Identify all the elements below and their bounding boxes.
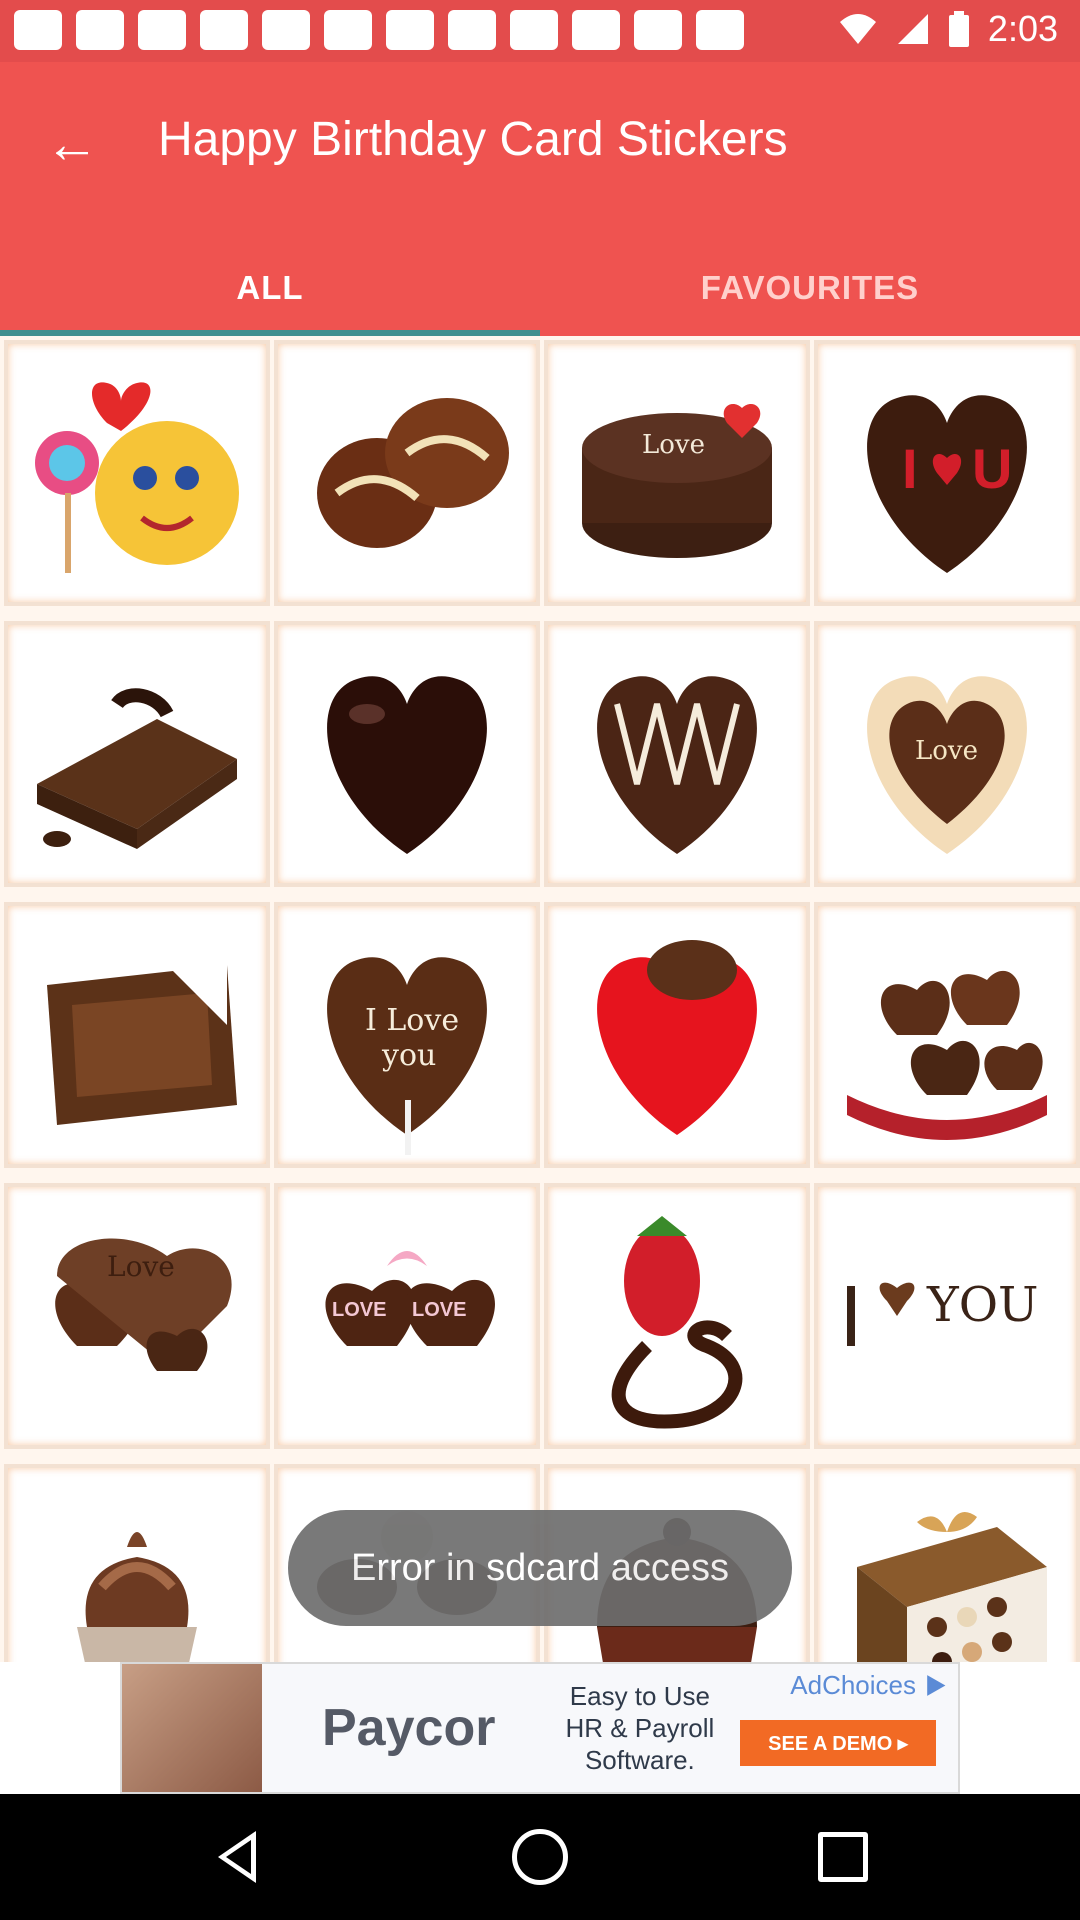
- sticker-tile[interactable]: [4, 1464, 270, 1662]
- sticker-image: [317, 398, 509, 548]
- signal-icon: [897, 14, 928, 44]
- page-title: Happy Birthday Card Stickers: [158, 113, 788, 166]
- recents-icon: [818, 1832, 868, 1882]
- app-icon: [386, 10, 434, 50]
- sticker-tile[interactable]: [544, 1183, 810, 1449]
- svg-text:LOVE: LOVE: [332, 1299, 386, 1321]
- sticker-grid: Love I U Love I Love you Love LOVE LOVE YOU: [0, 336, 1080, 1662]
- notification-icons: [14, 10, 744, 50]
- sticker-image: [597, 676, 757, 854]
- ad-copy: Easy to Use HR & Payroll Software.: [565, 1680, 714, 1776]
- app-icon: [510, 10, 558, 50]
- sticker-image: [327, 676, 487, 854]
- svg-text:I Love: I Love: [365, 1003, 459, 1038]
- sticker-image: LOVE LOVE: [325, 1251, 495, 1346]
- toast-message: Error in sdcard access: [288, 1510, 792, 1626]
- svg-text:Love: Love: [107, 1250, 175, 1283]
- sticker-image: IU: [867, 395, 1027, 573]
- sticker-tile[interactable]: [814, 1464, 1080, 1662]
- sticker-image: [77, 1532, 197, 1662]
- wifi-icon: [839, 14, 876, 44]
- sticker-tile[interactable]: IU: [814, 340, 1080, 606]
- navigation-bar: [0, 1794, 1080, 1920]
- adchoices-icon: [927, 1675, 946, 1696]
- sticker-image: [47, 965, 237, 1125]
- svg-text:I: I: [902, 437, 918, 500]
- system-status: 2:03: [838, 8, 1058, 50]
- nav-back-button[interactable]: [200, 1820, 274, 1894]
- app-icon: [138, 10, 186, 50]
- sticker-tile[interactable]: Love: [4, 1183, 270, 1449]
- adchoices-label: AdChoices: [790, 1670, 916, 1700]
- sticker-tile[interactable]: [544, 902, 810, 1168]
- svg-text:U: U: [972, 437, 1012, 500]
- svg-text:LOVE: LOVE: [412, 1299, 466, 1321]
- sticker-image: [611, 1216, 743, 1429]
- sticker-tile[interactable]: [274, 621, 540, 887]
- status-bar: 2:03: [0, 0, 1080, 62]
- sticker-tile[interactable]: I Love you: [274, 902, 540, 1168]
- sticker-image: [37, 688, 237, 849]
- more-dots-icon: [14, 10, 62, 50]
- nav-recents-button[interactable]: [806, 1820, 880, 1894]
- svg-text:YOU: YOU: [926, 1277, 1039, 1333]
- sticker-tile[interactable]: [814, 902, 1080, 1168]
- sticker-tile[interactable]: [274, 340, 540, 606]
- app-icon: [200, 10, 248, 50]
- sticker-tile[interactable]: [544, 621, 810, 887]
- see-a-demo-button[interactable]: SEE A DEMO ▸: [740, 1720, 936, 1766]
- sticker-image: [847, 970, 1047, 1140]
- ad-banner-area: Paycor Easy to Use HR & Payroll Software…: [0, 1662, 1080, 1794]
- sticker-image: YOU: [847, 1277, 1039, 1346]
- tab-all[interactable]: ALL: [0, 240, 540, 336]
- app-icon: [262, 10, 310, 50]
- sticker-image: Love: [582, 403, 772, 558]
- sticker-image: Love: [55, 1238, 232, 1371]
- sticker-image: [597, 940, 757, 1135]
- tab-favourites-label: FAVOURITES: [700, 269, 920, 306]
- ad-copy-line: Software.: [584, 1745, 695, 1775]
- svg-text:Love: Love: [915, 736, 978, 766]
- sticker-tile[interactable]: Love: [814, 621, 1080, 887]
- sticker-tile[interactable]: [4, 621, 270, 887]
- sticker-image: I Loveyou: [327, 957, 487, 1155]
- sticker-tile[interactable]: [4, 902, 270, 1168]
- sticker-tile[interactable]: [4, 340, 270, 606]
- app-icon: [448, 10, 496, 50]
- tab-all-label: ALL: [236, 269, 304, 306]
- nav-home-button[interactable]: [503, 1820, 577, 1894]
- sticker-image: [35, 382, 239, 573]
- status-time: 2:03: [987, 8, 1058, 49]
- tab-bar: ALL FAVOURITES: [0, 240, 1080, 336]
- app-icon: [572, 10, 620, 50]
- sticker-tile[interactable]: Love: [544, 340, 810, 606]
- tab-favourites[interactable]: FAVOURITES: [540, 240, 1080, 336]
- facebook-icon: [76, 10, 124, 50]
- ad-image: [122, 1664, 262, 1792]
- ad-copy-line: Easy to Use: [569, 1681, 710, 1711]
- svg-text:you: you: [381, 1038, 436, 1073]
- battery-icon: [948, 11, 969, 47]
- arrow-back-icon[interactable]: ←: [36, 108, 108, 180]
- facebook-icon: [634, 10, 682, 50]
- sticker-image: Love: [867, 676, 1027, 854]
- svg-text:Love: Love: [642, 430, 705, 460]
- ad-copy-line: HR & Payroll: [565, 1713, 715, 1743]
- ad-brand-logo: Paycor: [322, 1699, 496, 1757]
- app-bar: ← Happy Birthday Card Stickers ALL FAVOU…: [0, 62, 1080, 336]
- home-icon: [512, 1829, 568, 1885]
- back-icon: [218, 1831, 256, 1883]
- ad-banner[interactable]: Paycor Easy to Use HR & Payroll Software…: [120, 1662, 960, 1794]
- sticker-image: [857, 1512, 1047, 1662]
- app-icon: [324, 10, 372, 50]
- adchoices-link[interactable]: AdChoices: [790, 1670, 948, 1701]
- app-icon: [696, 10, 744, 50]
- sticker-tile[interactable]: LOVE LOVE: [274, 1183, 540, 1449]
- sticker-tile[interactable]: YOU: [814, 1183, 1080, 1449]
